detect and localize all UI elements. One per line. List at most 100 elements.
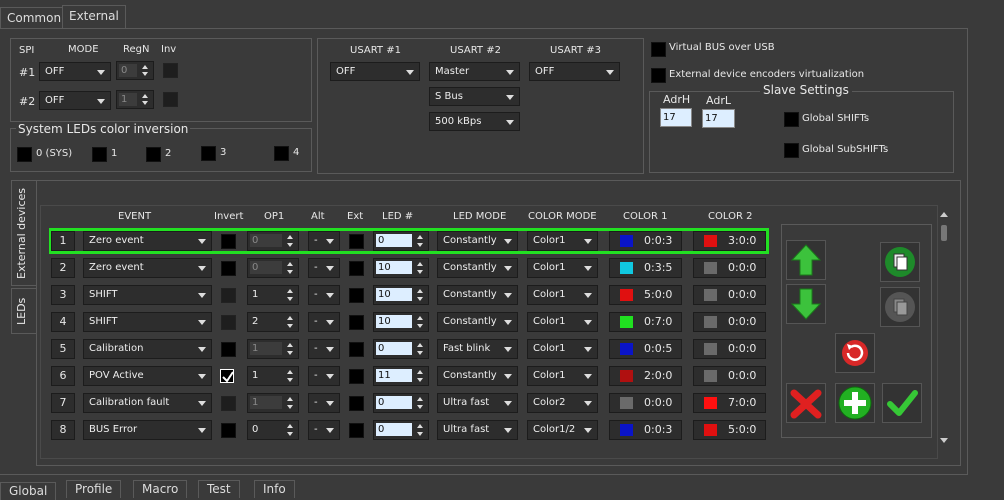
tab-test[interactable]: Test — [198, 480, 240, 498]
usart-2-select[interactable]: Master — [429, 62, 520, 81]
usart-2-protocol-select[interactable]: S Bus — [429, 87, 520, 106]
sysled-0-checkbox[interactable] — [17, 147, 32, 162]
virtual-bus-checkbox[interactable] — [651, 42, 666, 57]
adrh-input[interactable]: 17 — [660, 108, 692, 127]
paste-disabled-button[interactable] — [880, 287, 920, 327]
tab-leds[interactable]: LEDs — [11, 288, 37, 334]
color-1-picker[interactable]: 0:0:3 — [609, 231, 682, 251]
reset-button[interactable] — [835, 333, 875, 373]
event-select[interactable]: Calibration — [83, 339, 212, 359]
usart-3-select[interactable]: OFF — [529, 62, 620, 81]
color-2-picker[interactable]: 0:0:0 — [693, 339, 766, 359]
ext-checkbox[interactable] — [349, 342, 364, 357]
tab-common[interactable]: Common — [0, 7, 69, 28]
event-select[interactable]: SHIFT — [83, 285, 212, 305]
event-select[interactable]: SHIFT — [83, 312, 212, 332]
ext-checkbox[interactable] — [349, 288, 364, 303]
invert-checkbox[interactable] — [221, 261, 236, 276]
op1-spinner[interactable]: 0 — [247, 231, 299, 251]
spi-1-mode-select[interactable]: OFF — [39, 62, 111, 81]
event-select[interactable]: Zero event — [83, 231, 212, 251]
led-mode-select[interactable]: Constantly — [437, 258, 518, 278]
op1-spinner[interactable]: 0 — [247, 420, 299, 440]
op1-spinner[interactable]: 1 — [247, 366, 299, 386]
sysled-4-checkbox[interactable] — [274, 146, 289, 161]
tab-external-devices[interactable]: External devices — [11, 180, 37, 286]
color-mode-select[interactable]: Color1 — [527, 339, 598, 359]
op1-spinner[interactable]: 1 — [247, 285, 299, 305]
tab-profile[interactable]: Profile — [66, 480, 122, 498]
event-select[interactable]: Zero event — [83, 258, 212, 278]
led-number-spinner[interactable]: 0 — [373, 420, 429, 440]
ext-checkbox[interactable] — [349, 315, 364, 330]
led-number-spinner[interactable]: 10 — [373, 312, 429, 332]
spi-2-inv-checkbox[interactable] — [163, 92, 178, 107]
color-1-picker[interactable]: 2:0:0 — [609, 366, 682, 386]
usart-2-baud-select[interactable]: 500 kBps — [429, 112, 520, 131]
color-mode-select[interactable]: Color1 — [527, 258, 598, 278]
led-number-spinner[interactable]: 0 — [373, 393, 429, 413]
color-2-picker[interactable]: 0:0:0 — [693, 285, 766, 305]
tab-info[interactable]: Info — [254, 480, 295, 498]
color-2-picker[interactable]: 7:0:0 — [693, 393, 766, 413]
tab-global[interactable]: Global — [0, 482, 57, 500]
global-shifts-checkbox[interactable] — [784, 112, 799, 127]
color-mode-select[interactable]: Color1 — [527, 231, 598, 251]
move-up-button[interactable] — [786, 240, 826, 280]
color-mode-select[interactable]: Color2 — [527, 393, 598, 413]
event-select[interactable]: Calibration fault — [83, 393, 212, 413]
color-2-picker[interactable]: 0:0:0 — [693, 366, 766, 386]
alt-select[interactable]: - — [308, 231, 340, 251]
add-button[interactable] — [835, 383, 875, 423]
op1-spinner[interactable]: 1 — [247, 393, 299, 413]
color-2-picker[interactable]: 5:0:0 — [693, 420, 766, 440]
color-2-picker[interactable]: 3:0:0 — [693, 231, 766, 251]
scroll-up-icon[interactable] — [940, 212, 948, 217]
color-2-picker[interactable]: 0:0:0 — [693, 312, 766, 332]
table-scrollbar[interactable] — [940, 212, 948, 445]
invert-checkbox[interactable] — [221, 234, 236, 249]
led-number-spinner[interactable]: 0 — [373, 339, 429, 359]
alt-select[interactable]: - — [308, 420, 340, 440]
tab-external[interactable]: External — [62, 5, 126, 29]
color-1-picker[interactable]: 0:3:5 — [609, 258, 682, 278]
invert-checkbox[interactable] — [220, 369, 234, 383]
color-1-picker[interactable]: 0:0:5 — [609, 339, 682, 359]
ext-checkbox[interactable] — [349, 261, 364, 276]
delete-button[interactable] — [786, 383, 826, 423]
spi-2-regn-spinner[interactable]: 1 — [116, 90, 154, 109]
alt-select[interactable]: - — [308, 312, 340, 332]
invert-checkbox[interactable] — [221, 288, 236, 303]
color-2-picker[interactable]: 0:0:0 — [693, 258, 766, 278]
led-mode-select[interactable]: Constantly — [437, 285, 518, 305]
alt-select[interactable]: - — [308, 258, 340, 278]
ext-checkbox[interactable] — [349, 234, 364, 249]
scroll-thumb[interactable] — [941, 225, 947, 241]
op1-spinner[interactable]: 0 — [247, 258, 299, 278]
color-1-picker[interactable]: 0:0:3 — [609, 420, 682, 440]
alt-select[interactable]: - — [308, 366, 340, 386]
led-number-spinner[interactable]: 11 — [373, 366, 429, 386]
sysled-3-checkbox[interactable] — [201, 146, 216, 161]
move-down-button[interactable] — [786, 284, 826, 324]
led-mode-select[interactable]: Constantly — [437, 312, 518, 332]
color-mode-select[interactable]: Color1 — [527, 285, 598, 305]
ext-checkbox[interactable] — [349, 369, 364, 384]
encoder-virtualization-checkbox[interactable] — [651, 68, 666, 83]
led-number-spinner[interactable]: 0 — [373, 231, 429, 251]
led-mode-select[interactable]: Ultra fast — [437, 420, 518, 440]
led-mode-select[interactable]: Constantly — [437, 231, 518, 251]
event-select[interactable]: BUS Error — [83, 420, 212, 440]
color-1-picker[interactable]: 0:0:0 — [609, 393, 682, 413]
led-mode-select[interactable]: Fast blink — [437, 339, 518, 359]
color-mode-select[interactable]: Color1 — [527, 312, 598, 332]
invert-checkbox[interactable] — [221, 396, 236, 411]
color-1-picker[interactable]: 0:7:0 — [609, 312, 682, 332]
event-select[interactable]: POV Active — [83, 366, 212, 386]
usart-1-select[interactable]: OFF — [330, 62, 420, 81]
color-mode-select[interactable]: Color1/2 — [527, 420, 598, 440]
spi-1-inv-checkbox[interactable] — [163, 63, 178, 78]
spi-1-regn-spinner[interactable]: 0 — [116, 61, 154, 80]
color-1-picker[interactable]: 5:0:0 — [609, 285, 682, 305]
invert-checkbox[interactable] — [221, 315, 236, 330]
